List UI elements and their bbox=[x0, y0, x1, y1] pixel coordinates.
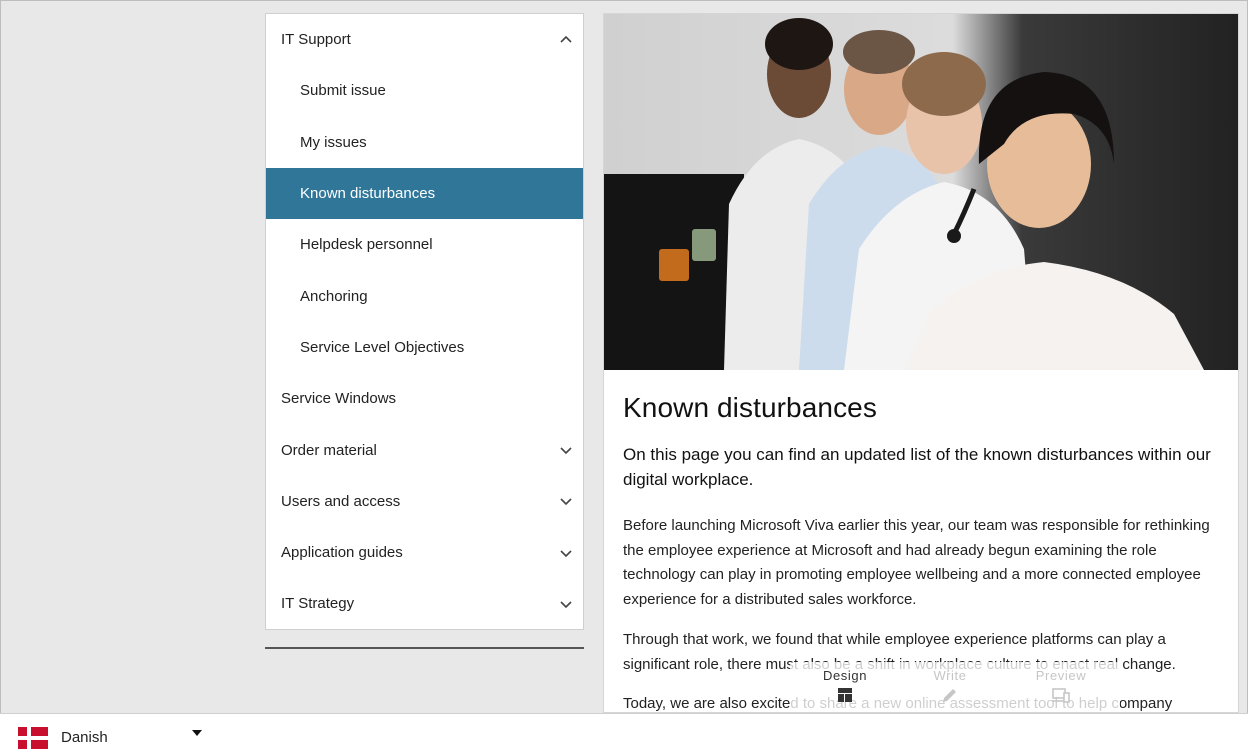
nav-item-it-strategy[interactable]: IT Strategy bbox=[266, 578, 583, 629]
nav-item-my-issues[interactable]: My issues bbox=[266, 117, 583, 168]
nav-item-submit-issue[interactable]: Submit issue bbox=[266, 65, 583, 116]
nav-item-label: Service Level Objectives bbox=[300, 338, 465, 356]
language-select-label[interactable]: Danish bbox=[61, 729, 108, 746]
nav-item-label: Helpdesk personnel bbox=[300, 236, 433, 254]
editor-mode-toolbar: Design Write Preview bbox=[790, 662, 1120, 712]
pencil-icon bbox=[943, 689, 956, 702]
devices-icon bbox=[1052, 688, 1070, 703]
page-title: Known disturbances bbox=[623, 392, 877, 423]
design-label: Design bbox=[822, 668, 868, 683]
chevron-up-icon[interactable] bbox=[559, 33, 573, 47]
sidebar-nav: IT Support Submit issue My issues Known dis… bbox=[265, 13, 584, 630]
chevron-down-icon[interactable] bbox=[559, 546, 573, 560]
article-paragraph: Before launching Microsoft Viva earlier … bbox=[623, 517, 1210, 609]
nav-underline-divider bbox=[265, 647, 584, 649]
nav-item-label: IT Support bbox=[281, 31, 351, 49]
chevron-down-icon[interactable] bbox=[559, 494, 573, 508]
nav-item-label: IT Strategy bbox=[281, 595, 355, 613]
chevron-down-icon[interactable] bbox=[559, 443, 573, 457]
dashboard-layout-icon bbox=[838, 688, 852, 702]
article-lead: On this page you can find an updated lis… bbox=[623, 445, 1211, 489]
nav-item-it-support[interactable]: IT Support bbox=[266, 14, 583, 65]
design-mode-button[interactable]: Design bbox=[795, 662, 895, 705]
nav-item-label: Service Windows bbox=[281, 390, 397, 408]
nav-item-order-material[interactable]: Order material bbox=[266, 424, 583, 475]
denmark-flag-icon bbox=[18, 727, 48, 749]
hero-image bbox=[604, 14, 1238, 370]
nav-item-label: Users and access bbox=[281, 492, 401, 510]
nav-item-users-and-access[interactable]: Users and access bbox=[266, 476, 583, 527]
nav-item-label: Order material bbox=[281, 441, 377, 459]
chevron-down-icon[interactable] bbox=[559, 597, 573, 611]
preview-mode-button[interactable]: Preview bbox=[1011, 662, 1111, 705]
nav-item-label: My issues bbox=[300, 133, 367, 151]
language-footer: Danish bbox=[0, 713, 1248, 756]
write-label: Write bbox=[933, 668, 967, 683]
nav-item-label: Anchoring bbox=[300, 287, 368, 305]
caret-down-icon[interactable] bbox=[191, 729, 203, 737]
nav-item-helpdesk-personnel[interactable]: Helpdesk personnel bbox=[266, 219, 583, 270]
nav-item-anchoring[interactable]: Anchoring bbox=[266, 270, 583, 321]
write-mode-button[interactable]: Write bbox=[900, 662, 1000, 705]
content-panel: Known disturbances On this page you can … bbox=[603, 13, 1239, 713]
nav-item-service-level-objectives[interactable]: Service Level Objectives bbox=[266, 322, 583, 373]
nav-item-service-windows[interactable]: Service Windows bbox=[266, 373, 583, 424]
support-team-photo bbox=[604, 14, 1238, 370]
nav-item-label: Application guides bbox=[281, 544, 403, 562]
preview-label: Preview bbox=[1035, 668, 1087, 683]
nav-item-known-disturbances[interactable]: Known disturbances bbox=[266, 167, 583, 220]
nav-item-label: Submit issue bbox=[300, 82, 386, 100]
nav-item-application-guides[interactable]: Application guides bbox=[266, 527, 583, 578]
nav-item-label: Known disturbances bbox=[300, 185, 436, 203]
